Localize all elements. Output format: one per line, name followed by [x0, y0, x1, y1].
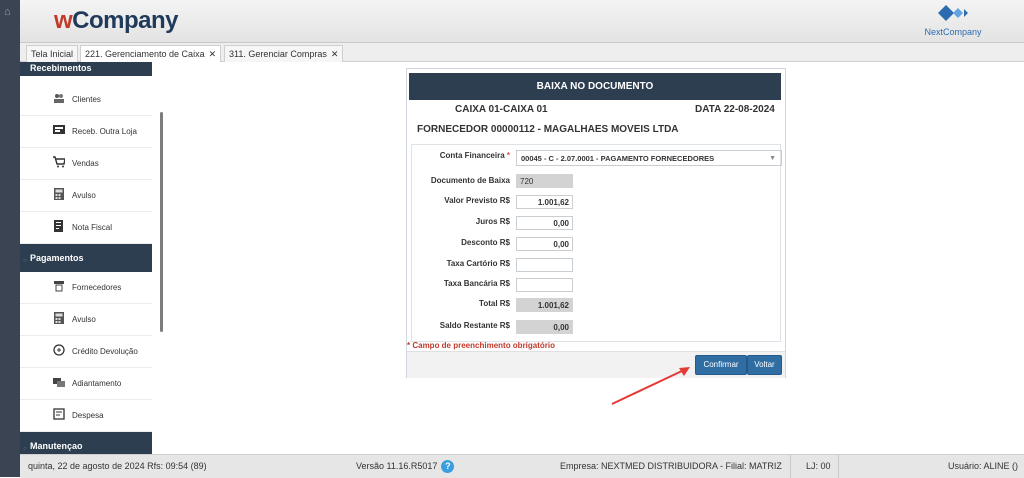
partner-logo: NextCompany — [918, 4, 988, 40]
calculator-icon — [54, 188, 64, 200]
total-field: 1.001,62 — [516, 298, 573, 312]
sidebar-item-avulso-receb[interactable]: Avulso — [20, 180, 152, 212]
expense-icon — [53, 408, 65, 420]
desconto-input[interactable]: 0,00 — [516, 237, 573, 251]
close-icon[interactable]: ✕ — [331, 49, 339, 59]
sidebar-item-vendas[interactable]: Vendas — [20, 148, 152, 180]
form-actions: Confirmar Voltar — [407, 351, 785, 378]
documento-baixa-label: Documento de Baixa — [430, 176, 510, 185]
baixa-documento-form: BAIXA NO DOCUMENTO CAIXA 01-CAIXA 01 DAT… — [406, 68, 786, 378]
taxa-cartorio-label: Taxa Cartório R$ — [446, 259, 510, 268]
juros-input[interactable]: 0,00 — [516, 216, 573, 230]
sidebar-item-avulso-pag[interactable]: Avulso — [20, 304, 152, 336]
cart-icon — [53, 156, 65, 168]
taxa-bancaria-input[interactable] — [516, 278, 573, 292]
documento-baixa-field: 720 — [516, 174, 573, 188]
status-version: Versão 11.16.R5017? — [356, 455, 455, 478]
sidebar-item-adiantamento[interactable]: Adiantamento — [20, 368, 152, 400]
required-note: * Campo de preenchimento obrigatório — [407, 341, 556, 350]
advance-icon — [53, 378, 65, 387]
sidebar-item-clientes[interactable]: Clientes — [20, 84, 152, 116]
fornecedor-info: FORNECEDOR 00000112 - MAGALHAES MOVEIS L… — [417, 124, 679, 135]
taxa-bancaria-label: Taxa Bancária R$ — [443, 279, 510, 288]
home-icon[interactable]: ⌂ — [4, 6, 11, 18]
tab-gerenciamento-caixa[interactable]: 221. Gerenciamento de Caixa ✕ — [80, 45, 222, 62]
close-icon[interactable]: ✕ — [209, 49, 217, 59]
store-receipt-icon — [53, 125, 65, 134]
annotation-arrow — [611, 367, 690, 405]
voltar-button[interactable]: Voltar — [747, 355, 782, 375]
tab-gerenciar-compras[interactable]: 311. Gerenciar Compras ✕ — [224, 45, 344, 62]
refund-icon — [53, 344, 65, 356]
juros-label: Juros R$ — [475, 217, 510, 226]
status-datetime: quinta, 22 de agosto de 2024 Rfs: 09:54 … — [28, 461, 207, 471]
date-info: DATA 22-08-2024 — [695, 104, 775, 115]
chevron-down-icon: ▼ — [769, 155, 776, 162]
tab-bar: Tela Inicial 221. Gerenciamento de Caixa… — [20, 43, 1024, 62]
section-recebimentos[interactable]: Recebimentos — [20, 62, 152, 76]
conta-financeira-select[interactable]: 00045 - C - 2.07.0001 - PAGAMENTO FORNEC… — [516, 150, 782, 166]
sidebar-scrollbar[interactable] — [160, 112, 163, 332]
status-bar: quinta, 22 de agosto de 2024 Rfs: 09:54 … — [20, 454, 1024, 478]
app-header: wCompany NextCompany — [20, 0, 1024, 43]
help-icon[interactable]: ? — [441, 460, 455, 474]
valor-previsto-input[interactable]: 1.001,62 — [516, 195, 573, 209]
saldo-restante-field: 0,00 — [516, 320, 573, 334]
total-label: Total R$ — [479, 299, 510, 308]
taxa-cartorio-input[interactable] — [516, 258, 573, 272]
calculator-icon — [54, 312, 64, 324]
saldo-restante-label: Saldo Restante R$ — [439, 321, 510, 330]
status-usuario: Usuário: ALINE () — [948, 461, 1019, 471]
company-logo: wCompany — [54, 7, 179, 34]
section-manutencao[interactable]: ○ Manutençao — [20, 432, 152, 454]
status-loja: LJ: 00 — [806, 461, 831, 471]
sidebar-item-credito-devolucao[interactable]: Crédito Devolução — [20, 336, 152, 368]
section-pagamentos[interactable]: ○ Pagamentos — [20, 244, 152, 272]
tab-home[interactable]: Tela Inicial — [26, 45, 79, 62]
sidebar: Recebimentos Clientes Receb. Outra Loja … — [20, 62, 152, 454]
sidebar-item-nota-fiscal[interactable]: Nota Fiscal — [20, 212, 152, 244]
bullet-icon: ○ — [23, 446, 27, 452]
bullet-icon: ○ — [23, 258, 27, 264]
clients-icon — [54, 94, 64, 103]
nextcompany-logo-icon — [938, 5, 968, 21]
supplier-icon — [54, 281, 64, 292]
sidebar-item-despesa[interactable]: Despesa — [20, 400, 152, 432]
confirmar-button[interactable]: Confirmar — [695, 355, 747, 375]
sidebar-item-fornecedores[interactable]: Fornecedores — [20, 272, 152, 304]
invoice-icon — [54, 220, 63, 232]
form-title: BAIXA NO DOCUMENTO — [409, 73, 781, 100]
form-fields: Conta Financeira * 00045 - C - 2.07.0001… — [411, 144, 782, 342]
left-rail: ⌂ — [0, 0, 20, 477]
valor-previsto-label: Valor Previsto R$ — [444, 196, 510, 205]
sidebar-item-receb-outra-loja[interactable]: Receb. Outra Loja — [20, 116, 152, 148]
desconto-label: Desconto R$ — [461, 238, 510, 247]
caixa-info: CAIXA 01-CAIXA 01 — [455, 104, 548, 115]
conta-financeira-label: Conta Financeira * — [439, 151, 510, 160]
status-empresa: Empresa: NEXTMED DISTRIBUIDORA - Filial:… — [560, 461, 782, 471]
